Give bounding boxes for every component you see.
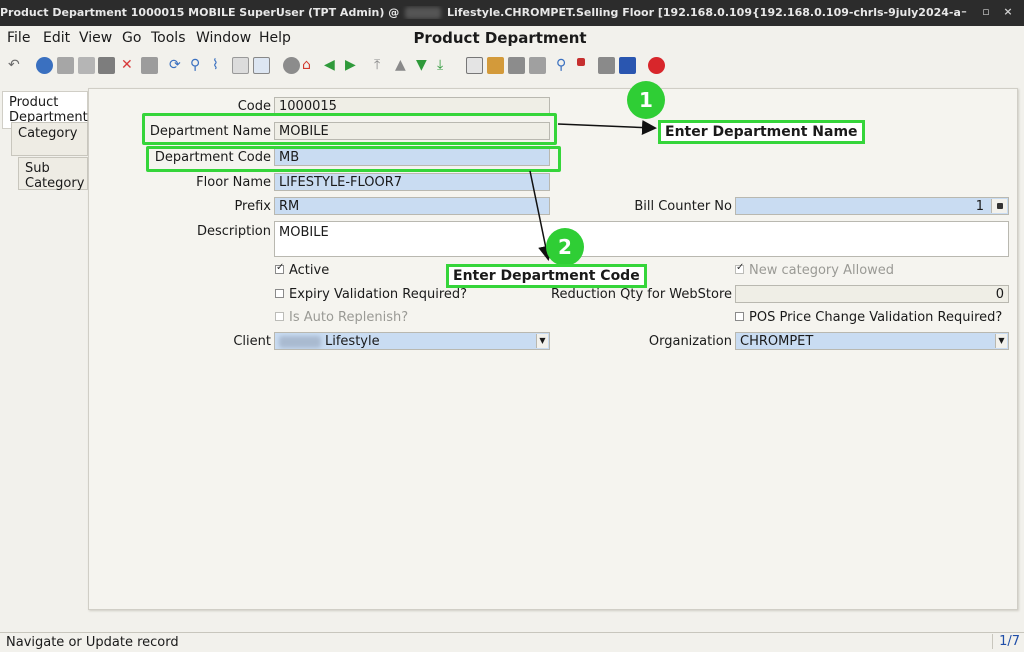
window-header: Product Department (413, 29, 587, 47)
prefix-field[interactable]: RM (274, 197, 550, 215)
checkbox-checked-icon (275, 262, 284, 274)
step1-callout: Enter Department Name (658, 120, 865, 144)
refresh-icon[interactable]: ⟳ (169, 56, 181, 74)
request-icon[interactable] (598, 57, 615, 74)
reduction-qty-field[interactable]: 0 (735, 285, 1009, 303)
menu-window[interactable]: Window (196, 30, 251, 46)
bill-counter-field[interactable]: 1 (735, 197, 1009, 215)
record-indicator[interactable]: 1/7 (992, 634, 1020, 649)
client-label: Client (233, 334, 271, 349)
floor-name-label: Floor Name (196, 175, 271, 190)
step2-badge: 2 (546, 228, 584, 266)
menu-view[interactable]: View (79, 30, 112, 46)
checkbox-empty-icon (275, 312, 284, 321)
status-message: Navigate or Update record (6, 635, 179, 650)
tab-sub-category[interactable]: Sub Category (18, 157, 88, 191)
redacted-text (405, 7, 442, 19)
help-icon[interactable] (36, 57, 53, 74)
step1-badge: 1 (627, 81, 665, 119)
exit-icon[interactable] (648, 57, 665, 74)
chat-icon[interactable] (232, 57, 249, 74)
workflow-icon[interactable] (577, 58, 585, 66)
product-info-icon[interactable] (619, 57, 636, 74)
expiry-validation-checkbox[interactable]: Expiry Validation Required? (275, 287, 467, 302)
menu-bar: Product Department File Edit View Go Too… (0, 26, 1024, 50)
undo-icon[interactable]: ↶ (8, 56, 20, 74)
organization-label: Organization (648, 334, 732, 349)
print-preview-icon[interactable] (141, 57, 158, 74)
bill-counter-value: 1 (975, 199, 984, 214)
chevron-down-icon[interactable]: ▼ (995, 334, 1007, 348)
title-bar: Product Department 1000015 MOBILE SuperU… (0, 0, 1024, 26)
window-title-main: Product Department 1000015 MOBILE SuperU… (0, 6, 400, 19)
organization-select[interactable]: CHROMPET ▼ (735, 332, 1009, 350)
reduction-qty-label: Reduction Qty for WebStore (551, 287, 732, 302)
save-icon[interactable] (98, 57, 115, 74)
menu-file[interactable]: File (7, 30, 30, 46)
navigate-home-icon[interactable]: ⌂ (302, 56, 311, 74)
new-category-label: New category Allowed (749, 263, 895, 278)
close-window-button[interactable]: × (1000, 4, 1016, 20)
active-checkbox[interactable]: Active (275, 262, 330, 278)
checkbox-empty-icon (735, 312, 744, 321)
new-category-checkbox: New category Allowed (735, 262, 895, 278)
checkbox-empty-icon (275, 289, 284, 298)
copy-record-icon[interactable] (78, 57, 95, 74)
first-record-icon[interactable]: ⤒ (374, 56, 380, 74)
report-icon[interactable] (466, 57, 483, 74)
window-title-tail: Lifestyle.CHROMPET.Selling Floor [192.16… (446, 6, 960, 19)
prefix-label: Prefix (234, 199, 271, 214)
pos-price-checkbox[interactable]: POS Price Change Validation Required? (735, 310, 1002, 325)
auto-replenish-checkbox: Is Auto Replenish? (275, 310, 408, 325)
down-record-icon[interactable]: ▼ (416, 56, 427, 74)
status-bar: Navigate or Update record 1/7 (0, 632, 1024, 652)
description-field[interactable]: MOBILE (274, 221, 1009, 257)
chevron-down-icon[interactable]: ▼ (536, 334, 548, 348)
floor-name-field[interactable]: LIFESTYLE-FLOOR7 (274, 173, 550, 191)
menu-edit[interactable]: Edit (43, 30, 70, 46)
previous-record-icon[interactable]: ◀ (324, 56, 335, 74)
menu-go[interactable]: Go (122, 30, 141, 46)
menu-help[interactable]: Help (259, 30, 291, 46)
home-icon[interactable] (283, 57, 300, 74)
next-record-icon[interactable]: ▶ (345, 56, 356, 74)
code-label: Code (237, 99, 271, 114)
step2-callout: Enter Department Code (446, 264, 647, 288)
tab-category-label: Category (18, 126, 78, 141)
active-label: Active (289, 263, 330, 278)
bill-counter-label: Bill Counter No (634, 199, 732, 214)
menu-tools[interactable]: Tools (151, 30, 186, 46)
tab-product-department-label: Product Department (9, 95, 88, 125)
calculator-button[interactable] (991, 199, 1007, 213)
pos-price-label: POS Price Change Validation Required? (749, 310, 1003, 325)
department-name-highlight (142, 113, 557, 145)
client-select[interactable]: Lifestyle ▼ (274, 332, 550, 350)
department-code-highlight (146, 146, 561, 172)
zoom-across-icon[interactable]: ⚲ (556, 56, 566, 74)
window-title-text: Product Department 1000015 MOBILE SuperU… (0, 6, 960, 19)
new-record-icon[interactable] (57, 57, 74, 74)
minimize-button[interactable]: – (956, 4, 972, 20)
up-record-icon[interactable]: ▲ (395, 56, 406, 74)
restore-button[interactable]: ▫ (978, 4, 994, 20)
archive-icon[interactable] (487, 57, 504, 74)
delete-icon[interactable]: ✕ (121, 56, 133, 74)
expiry-validation-label: Expiry Validation Required? (289, 287, 468, 302)
client-value: Lifestyle (325, 334, 380, 349)
toolbar: ↶ ✕ ⟳ ⚲ ⌇ ⌂ ◀ ▶ ⤒ ▲ ▼ ⤓ ⚲ (0, 54, 1024, 82)
find-icon[interactable]: ⚲ (190, 56, 200, 74)
attachment-icon[interactable]: ⌇ (212, 56, 219, 74)
redacted-text (279, 335, 321, 348)
tab-category[interactable]: Category (11, 122, 88, 156)
auto-replenish-label: Is Auto Replenish? (289, 310, 409, 325)
description-label: Description (196, 224, 271, 239)
history-icon[interactable] (253, 57, 270, 74)
print-icon[interactable] (508, 57, 525, 74)
tab-sub-category-label: Sub Category (25, 161, 85, 191)
organization-value: CHROMPET (740, 334, 814, 349)
print2-icon[interactable] (529, 57, 546, 74)
checkbox-checked-icon (735, 262, 744, 274)
last-record-icon[interactable]: ⤓ (437, 56, 443, 74)
